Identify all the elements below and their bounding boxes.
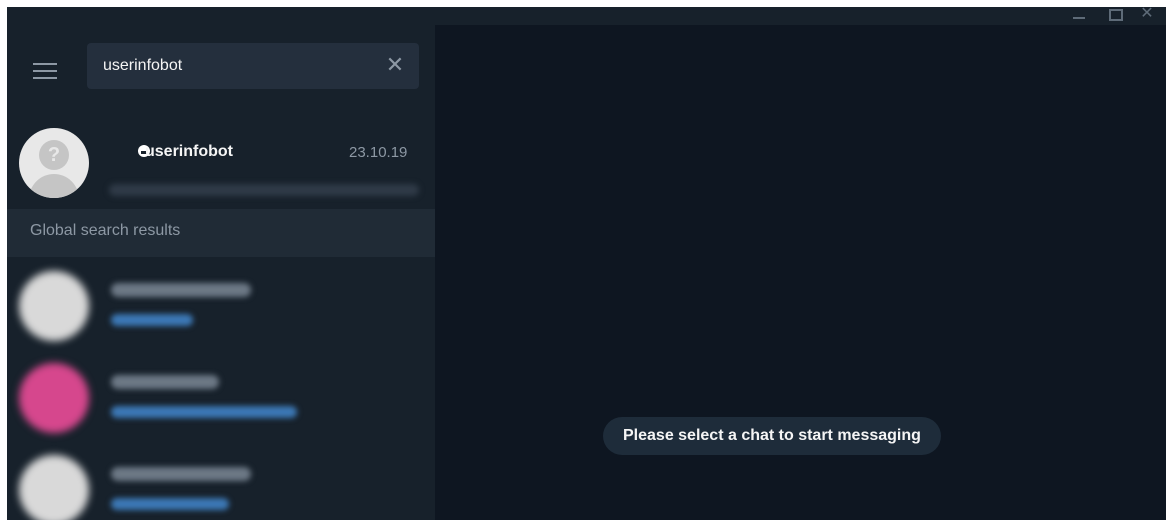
section-label: Global search results xyxy=(30,222,181,239)
avatar xyxy=(19,363,89,433)
minimize-icon[interactable] xyxy=(1068,7,1090,25)
result-name-blurred xyxy=(111,375,219,389)
avatar xyxy=(19,271,89,341)
avatar xyxy=(19,455,89,520)
clear-search-icon[interactable]: ✕ xyxy=(384,54,406,76)
title-bar: ✕ xyxy=(7,7,1166,25)
avatar xyxy=(19,128,89,198)
result-username-blurred xyxy=(111,498,229,510)
chat-preview-blurred xyxy=(109,184,419,196)
empty-state-message: Please select a chat to start messaging xyxy=(603,417,941,455)
global-result-item[interactable] xyxy=(7,453,435,520)
result-username-blurred xyxy=(111,314,193,326)
maximize-icon[interactable] xyxy=(1104,7,1126,25)
hamburger-menu-icon[interactable] xyxy=(33,63,59,83)
sidebar: ✕ userinfobot 23.10.19 Global search res… xyxy=(7,25,435,520)
chat-name: userinfobot xyxy=(145,143,233,160)
chat-area: Please select a chat to start messaging xyxy=(435,25,1166,520)
global-result-item[interactable] xyxy=(7,361,435,453)
chat-list-item[interactable]: userinfobot 23.10.19 xyxy=(7,121,435,209)
close-icon[interactable]: ✕ xyxy=(1136,7,1158,25)
global-search-header: Global search results xyxy=(7,209,435,257)
result-name-blurred xyxy=(111,283,251,297)
telegram-window: ✕ ✕ userinfobot 23.10.19 Global search r… xyxy=(7,7,1166,520)
search-input[interactable] xyxy=(103,43,373,89)
global-result-item[interactable] xyxy=(7,269,435,361)
result-username-blurred xyxy=(111,406,297,418)
search-box[interactable]: ✕ xyxy=(87,43,419,89)
chat-date: 23.10.19 xyxy=(349,144,408,161)
result-name-blurred xyxy=(111,467,251,481)
